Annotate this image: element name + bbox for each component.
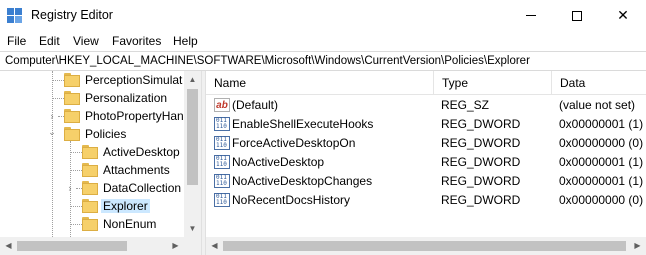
tree-item-label: NonEnum [103, 217, 157, 231]
tree-item-label: Attachments [103, 163, 170, 177]
folder-icon [82, 217, 98, 231]
list-header: Name Type Data [206, 71, 646, 95]
tree-item-label: PerceptionSimulat [85, 73, 183, 87]
value-data: 0x00000000 (0) [559, 193, 644, 207]
address-path[interactable]: Computer\HKEY_LOCAL_MACHINE\SOFTWARE\Mic… [5, 55, 530, 67]
scroll-right-icon[interactable]: ▶ [167, 237, 184, 255]
folder-icon [64, 73, 80, 87]
window-title: Registry Editor [31, 8, 113, 22]
value-row-norecentdocshistory[interactable]: 011 110 NoRecentDocsHistory REG_DWORD 0x0… [206, 191, 646, 210]
folder-icon [82, 163, 98, 177]
address-bar[interactable]: Computer\HKEY_LOCAL_MACHINE\SOFTWARE\Mic… [0, 51, 646, 71]
tree-item-label: PhotoPropertyHan [85, 109, 184, 123]
close-button[interactable]: ✕ [600, 0, 646, 31]
value-type: REG_DWORD [441, 174, 521, 188]
tree-item-explorer[interactable]: Explorer [0, 197, 184, 215]
chevron-down-icon[interactable]: ⌄ [47, 127, 57, 137]
key-tree: PerceptionSimulat Personalization › Phot… [0, 71, 201, 255]
value-type: REG_DWORD [441, 155, 521, 169]
value-type: REG_DWORD [441, 117, 521, 131]
column-header-data[interactable]: Data [552, 71, 646, 95]
value-row-default[interactable]: ab (Default) REG_SZ (value not set) [206, 96, 646, 115]
tree-item-perceptionsimulat[interactable]: PerceptionSimulat [0, 71, 184, 89]
tree-item-label: Explorer [101, 199, 150, 213]
tree-horizontal-scrollbar[interactable]: ◀ ▶ [0, 237, 184, 255]
dword-value-icon: 011 110 [214, 155, 230, 169]
tree-item-datacollection[interactable]: › DataCollection [0, 179, 184, 197]
value-data: 0x00000001 (1) [559, 174, 644, 188]
value-row-noactivedesktop[interactable]: 011 110 NoActiveDesktop REG_DWORD 0x00000… [206, 153, 646, 172]
folder-icon [64, 127, 80, 141]
tree-item-activedesktop[interactable]: ActiveDesktop [0, 143, 184, 161]
menu-edit[interactable]: Edit [39, 34, 60, 48]
folder-icon [82, 181, 98, 195]
scroll-down-icon[interactable]: ▼ [184, 220, 201, 237]
menu-favorites[interactable]: Favorites [112, 34, 161, 48]
list-horizontal-scrollbar[interactable]: ◀ ▶ [206, 237, 646, 255]
menu-view[interactable]: View [73, 34, 99, 48]
value-data: 0x00000000 (0) [559, 136, 644, 150]
chevron-right-icon[interactable]: › [65, 183, 75, 193]
dword-value-icon: 011 110 [214, 117, 230, 131]
scrollbar-corner [184, 237, 201, 255]
tree-item-label: Personalization [85, 91, 168, 105]
value-name: ForceActiveDesktopOn [232, 136, 356, 150]
scroll-left-icon[interactable]: ◀ [206, 237, 223, 255]
dword-value-icon: 011 110 [214, 136, 230, 150]
value-name: NoActiveDesktopChanges [232, 174, 373, 188]
value-data: 0x00000001 (1) [559, 117, 644, 131]
value-type: REG_DWORD [441, 193, 521, 207]
maximize-button[interactable] [554, 0, 600, 31]
value-name: EnableShellExecuteHooks [232, 117, 374, 131]
close-icon: ✕ [617, 7, 629, 23]
folder-icon [64, 91, 80, 105]
column-header-type[interactable]: Type [434, 71, 552, 95]
tree-item-label: Policies [85, 127, 127, 141]
scroll-thumb[interactable] [17, 241, 127, 251]
value-row-noactivedesktopchanges[interactable]: 011 110 NoActiveDesktopChanges REG_DWORD … [206, 172, 646, 191]
tree-item-policies[interactable]: ⌄ Policies [0, 125, 184, 143]
dword-value-icon: 011 110 [214, 174, 230, 188]
value-data: 0x00000001 (1) [559, 155, 644, 169]
column-header-name[interactable]: Name [206, 71, 434, 95]
scroll-up-icon[interactable]: ▲ [184, 71, 201, 88]
tree-item-photopropertyhan[interactable]: › PhotoPropertyHan [0, 107, 184, 125]
value-name: NoActiveDesktop [232, 155, 325, 169]
scroll-thumb[interactable] [223, 241, 626, 251]
tree-item-label: ActiveDesktop [103, 145, 180, 159]
value-row-forceactivedesktopon[interactable]: 011 110 ForceActiveDesktopOn REG_DWORD 0x… [206, 134, 646, 153]
tree-item-personalization[interactable]: Personalization [0, 89, 184, 107]
values-list: Name Type Data ab (Default) REG_SZ (valu… [206, 71, 646, 255]
folder-icon [82, 199, 98, 213]
folder-icon [64, 109, 80, 123]
string-value-icon: ab [214, 98, 230, 112]
tree-item-attachments[interactable]: Attachments [0, 161, 184, 179]
value-type: REG_DWORD [441, 136, 521, 150]
scroll-right-icon[interactable]: ▶ [629, 237, 646, 255]
maximize-icon [572, 10, 582, 21]
minimize-button[interactable] [508, 0, 554, 31]
chevron-right-icon[interactable]: › [47, 111, 57, 121]
dword-value-icon: 011 110 [214, 193, 230, 207]
value-name: (Default) [232, 98, 279, 112]
title-bar: Registry Editor ✕ [0, 0, 646, 31]
tree-item-label: DataCollection [103, 181, 182, 195]
tree-item-nonenum[interactable]: NonEnum [0, 215, 184, 233]
menu-file[interactable]: File [7, 34, 26, 48]
menu-bar: File Edit View Favorites Help [0, 31, 646, 51]
scroll-thumb[interactable] [187, 89, 198, 185]
folder-icon [82, 145, 98, 159]
tree-vertical-scrollbar[interactable]: ▲ ▼ [184, 71, 201, 237]
value-name: NoRecentDocsHistory [232, 193, 351, 207]
registry-editor-icon [7, 8, 23, 24]
minimize-icon [526, 15, 536, 16]
scroll-left-icon[interactable]: ◀ [0, 237, 17, 255]
menu-help[interactable]: Help [173, 34, 198, 48]
value-row-enableshellexecutehooks[interactable]: 011 110 EnableShellExecuteHooks REG_DWORD… [206, 115, 646, 134]
value-data: (value not set) [559, 98, 636, 112]
value-type: REG_SZ [441, 98, 490, 112]
